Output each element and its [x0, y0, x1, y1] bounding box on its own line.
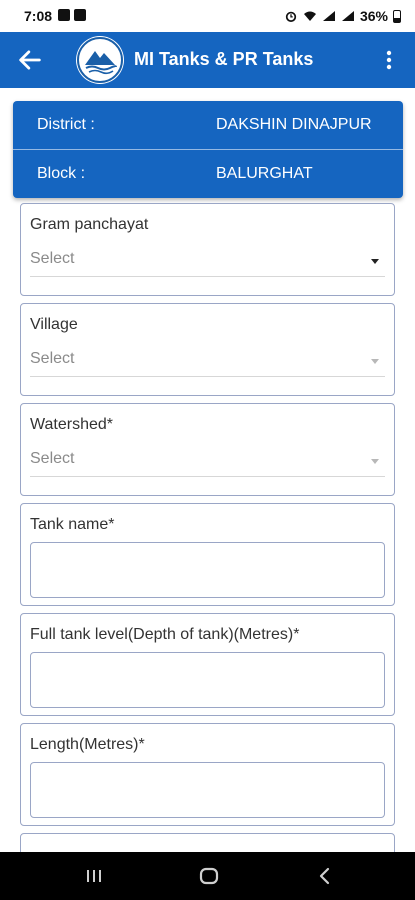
- watershed-label: Watershed*: [30, 416, 113, 433]
- dropdown-arrow-icon: [371, 359, 379, 364]
- back-icon[interactable]: [313, 864, 337, 888]
- message-icon: [74, 9, 86, 21]
- watershed-value: Select: [30, 450, 75, 467]
- alarm-icon: [285, 11, 297, 22]
- village-label: Village: [30, 316, 78, 333]
- status-time: 7:08: [24, 8, 53, 24]
- status-bar: 7:08 36%: [0, 0, 415, 32]
- dropdown-arrow-icon: [371, 259, 379, 264]
- watershed-select[interactable]: Select: [30, 448, 385, 477]
- next-field-card: [20, 833, 395, 852]
- app-bar: MI Tanks & PR Tanks: [0, 32, 415, 88]
- district-row: District : DAKSHIN DINAJPUR: [13, 101, 403, 150]
- location-info-card: District : DAKSHIN DINAJPUR Block : BALU…: [13, 101, 403, 198]
- tank-name-card: Tank name*: [20, 503, 395, 606]
- watershed-card: Watershed* Select: [20, 403, 395, 496]
- gram-panchayat-card: Gram panchayat Select: [20, 203, 395, 296]
- block-label: Block :: [37, 165, 86, 182]
- village-card: Village Select: [20, 303, 395, 396]
- length-label: Length(Metres)*: [30, 736, 145, 753]
- battery-icon: [393, 9, 401, 23]
- gallery-icon: [58, 9, 70, 21]
- tank-name-input[interactable]: [30, 542, 385, 598]
- block-value: BALURGHAT: [216, 165, 313, 182]
- block-row: Block : BALURGHAT: [13, 150, 403, 198]
- length-card: Length(Metres)*: [20, 723, 395, 826]
- village-select[interactable]: Select: [30, 348, 385, 377]
- app-title: MI Tanks & PR Tanks: [134, 49, 314, 69]
- signal-icon: [341, 11, 354, 21]
- signal-icon: [322, 11, 335, 21]
- village-value: Select: [30, 350, 75, 367]
- app-logo: [76, 36, 124, 84]
- recent-apps-icon[interactable]: [82, 864, 106, 888]
- district-value: DAKSHIN DINAJPUR: [216, 116, 372, 133]
- length-input[interactable]: [30, 762, 385, 818]
- full-tank-level-label: Full tank level(Depth of tank)(Metres)*: [30, 626, 300, 643]
- wifi-icon: [303, 11, 316, 21]
- form-scroll-area[interactable]: Gram panchayat Select Village Select Wat…: [0, 200, 415, 852]
- full-tank-level-card: Full tank level(Depth of tank)(Metres)*: [20, 613, 395, 716]
- gram-panchayat-label: Gram panchayat: [30, 216, 149, 233]
- gram-panchayat-select[interactable]: Select: [30, 248, 385, 277]
- battery-percent: 36%: [359, 8, 388, 24]
- tank-name-label: Tank name*: [30, 516, 115, 533]
- gram-panchayat-value: Select: [30, 250, 75, 267]
- full-tank-level-input[interactable]: [30, 652, 385, 708]
- dropdown-arrow-icon: [371, 459, 379, 464]
- district-label: District :: [37, 116, 95, 133]
- more-vertical-icon[interactable]: [377, 48, 401, 72]
- arrow-left-icon[interactable]: [16, 46, 44, 74]
- system-nav-bar: [0, 852, 415, 900]
- home-icon[interactable]: [197, 864, 221, 888]
